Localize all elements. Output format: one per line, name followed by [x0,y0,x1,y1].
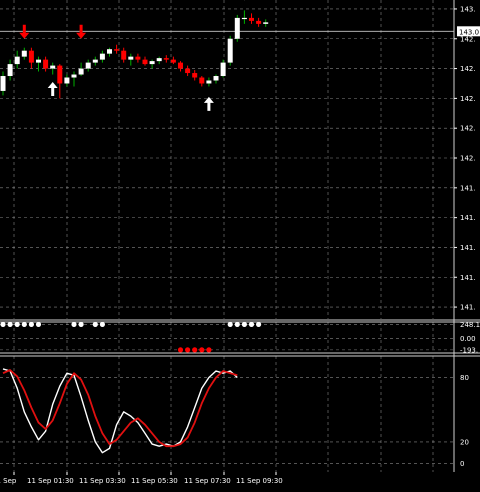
candle-body [21,50,27,57]
candle-body [156,58,162,62]
cci-dot [14,321,20,328]
cci-dot [21,321,27,328]
price-tick-label: 141. [460,274,476,282]
candle-body [170,59,176,63]
cci-dot [28,321,34,328]
candle-body [199,77,205,84]
chart-background [0,0,480,488]
price-tick-label: 142. [460,155,476,163]
candle-body [185,68,191,74]
candle-body [128,56,134,60]
time-tick-label: 11 Sep 07:30 [184,477,231,485]
candle-body [92,59,98,63]
candle-body [206,80,212,84]
candle-body [7,64,13,77]
cci-dot [241,321,247,328]
candle-body [213,76,219,81]
price-tick-label: 141. [460,304,476,312]
stoch-tick-label: 0 [460,460,464,468]
cci-dot [35,321,42,328]
candle-body [163,58,169,60]
cci-dot [71,321,77,328]
candle-body [249,17,254,21]
time-tick-label: 11 Sep 01:30 [27,477,74,485]
cci-dot [227,321,233,328]
candle-body [78,68,84,75]
cci-tick-label: -193. [460,346,478,354]
price-tick-label: 143. [460,5,476,13]
candle-body [57,65,63,84]
candle-body [192,73,198,78]
price-tick-label: 142. [460,125,476,133]
candle-body [234,17,240,39]
chart-canvas[interactable]: 143. 142. 142. 142. 142. 142. 141. 141. 141. 141.… [0,0,480,488]
cci-dot [78,321,84,328]
price-tick-label: 142. [460,65,476,73]
candle-body [71,74,77,78]
cci-tick-label: 0.00 [460,335,476,343]
candle-body [135,56,141,60]
candle-body [36,59,41,63]
candle-body [85,62,91,69]
cci-dot [185,347,191,353]
candle-body [121,50,127,60]
candle-body [220,62,226,77]
time-tick-label: 11 Sep 03:30 [79,477,126,485]
cci-dot [206,347,212,353]
candle-body [28,50,34,63]
stoch-tick-label: 20 [460,438,469,446]
cci-dot [0,321,6,328]
candle-body [0,76,6,91]
price-tick-label: 141. [460,184,476,192]
stoch-tick-label: 80 [460,374,469,382]
cci-tick-label: 248.1 [460,321,480,329]
cci-dot [7,321,13,328]
candle-body [114,49,120,51]
candle-body [99,53,105,60]
candle-body [256,20,262,24]
cci-dot [234,321,240,328]
candle-body [149,61,155,65]
candle-body [142,59,148,65]
price-tick-label: 142. [460,35,476,43]
candle-body [178,62,183,69]
trading-chart[interactable]: 143. 142. 142. 142. 142. 142. 141. 141. 141. 141.… [0,0,480,488]
candle-body [227,38,233,63]
cci-dot [256,321,262,328]
cci-dot [192,347,198,353]
candle-body [241,17,247,20]
time-tick-label: 11 Sep 09:30 [236,477,283,485]
cci-dot [199,347,205,353]
time-tick-label: 11 Sep [0,477,17,485]
candle-body [14,56,20,65]
candle-body [64,77,70,84]
candle-body [43,59,49,69]
time-tick-label: 11 Sep 05:30 [131,477,178,485]
cci-dot [177,347,184,353]
cci-dot [92,321,98,328]
cci-dot [99,321,105,328]
price-tick-label: 142. [460,95,476,103]
current-price-label: 143.0 [459,28,479,36]
cci-dot [248,321,255,328]
price-tick-label: 141. [460,244,476,252]
candle-body [107,49,112,54]
candle-body [263,22,269,24]
price-tick-label: 141. [460,214,476,222]
candle-body [50,65,56,69]
